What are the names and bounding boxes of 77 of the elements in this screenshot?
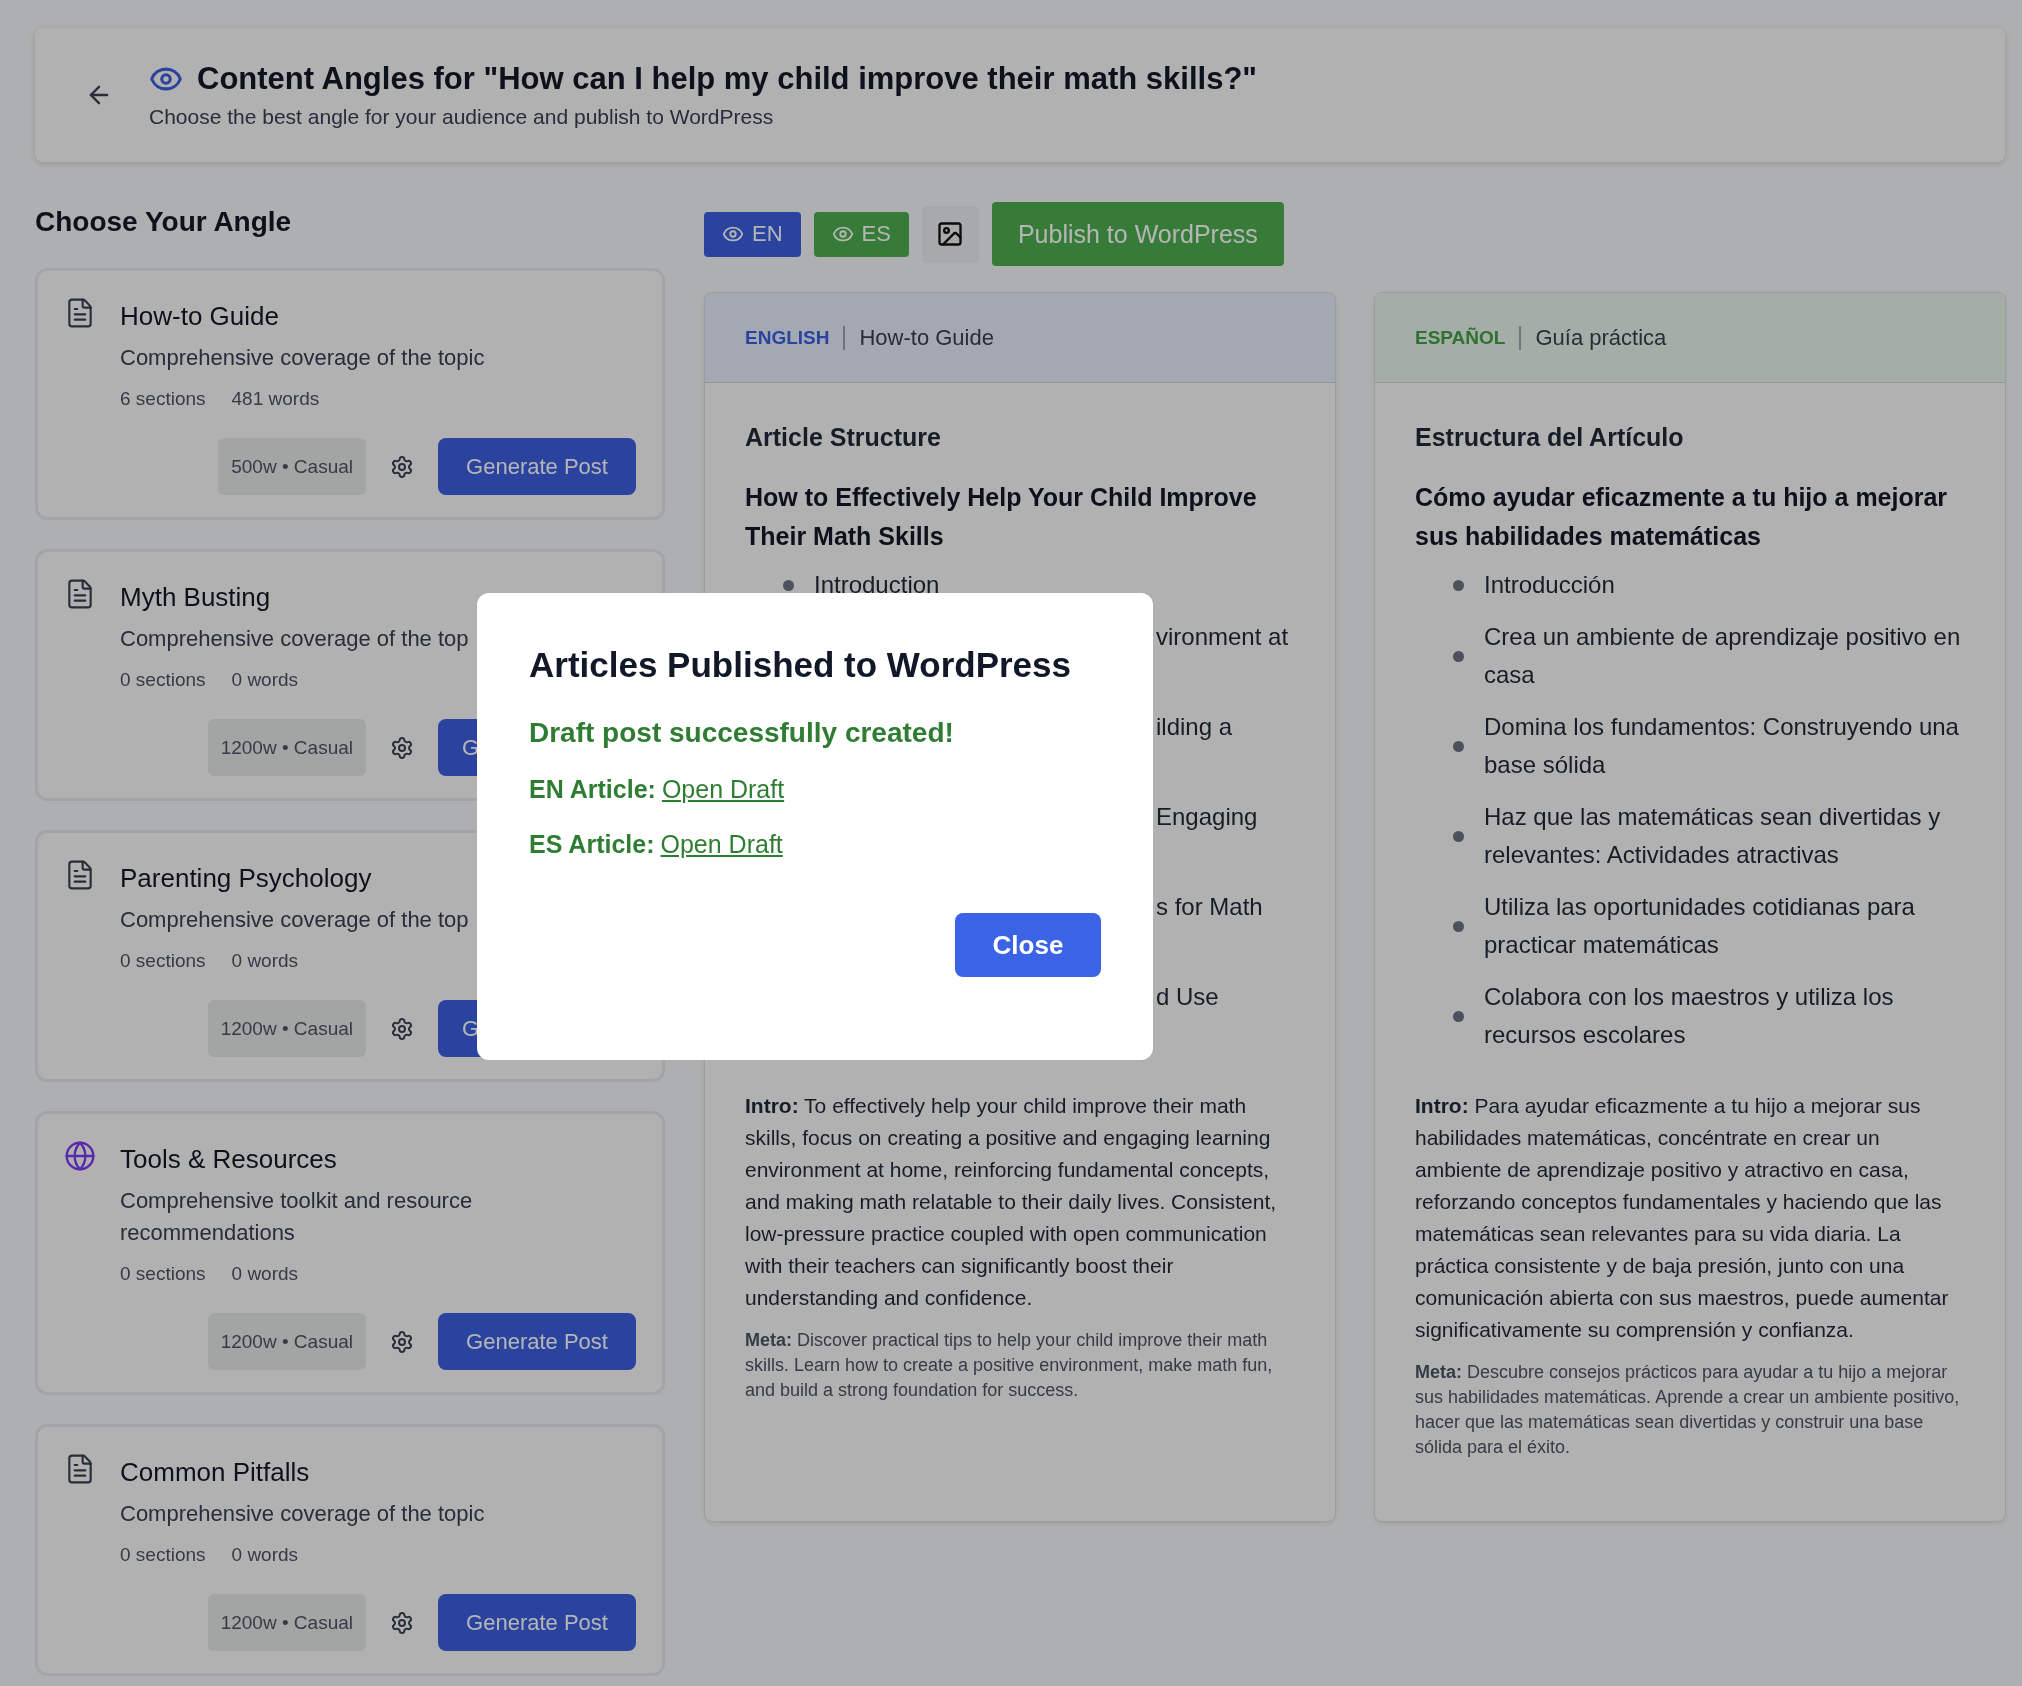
- article-title: How to Effectively Help Your Child Improve Their Math Skills: [745, 482, 1258, 552]
- angle-title: Tools & Resources: [120, 1144, 338, 1175]
- angle-description: Comprehensive toolkit and resource recommendations: [120, 1187, 474, 1247]
- outline-item: Utiliza las oportunidades cotidianas para practicar matemáticas: [1484, 892, 1916, 960]
- angle-description: Comprehensive coverage of the topic: [120, 344, 485, 372]
- structure-heading: Article Structure: [745, 423, 942, 452]
- intro-paragraph: Intro: To effectively help your child improve their math skills, focus on creating a positive and engaging learning environment at home, reinforcing fundamental concepts, and making math relatable to their daily lives. Consistent, low-pressure practice coupled with open communication with their teachers can significantly boost their understanding and confidence.: [745, 1093, 1278, 1311]
- length-tone-chip: 500w • Casual: [218, 438, 366, 495]
- language-label: ENGLISH: [745, 326, 830, 349]
- angle-title: Common Pitfalls: [120, 1457, 311, 1488]
- bullet-icon: [1453, 920, 1464, 932]
- outline-item: Colabora con los maestros y utiliza los recursos escolares: [1484, 982, 1895, 1050]
- structure-heading: Estructura del Artículo: [1415, 423, 1685, 452]
- outline-item: Domina los fundamentos: Construyendo una base sólida: [1484, 712, 1960, 780]
- article-label: EN Article:: [529, 775, 656, 804]
- word-count: 0 words: [231, 950, 299, 972]
- section-count: 0 sections: [120, 950, 206, 972]
- angle-description: Comprehensive coverage of the topic: [120, 1500, 485, 1528]
- globe-icon: [64, 1140, 96, 1172]
- angle-name: Guía práctica: [1535, 324, 1667, 351]
- word-count: 481 words: [231, 388, 320, 410]
- angle-name: How-to Guide: [859, 324, 994, 351]
- outline-item: s for Math: [1156, 893, 1263, 920]
- close-button[interactable]: Close: [955, 913, 1101, 977]
- outline-item: Introducción: [1484, 570, 1615, 600]
- article-label: ES Article:: [529, 830, 655, 859]
- outline-item: Haz que las matemáticas sean divertidas y relevantes: Actividades atractivas: [1484, 802, 1942, 870]
- intro-paragraph: Intro: Para ayudar eficazmente a tu hijo a mejorar sus habilidades matemáticas, concéntrate en crear un ambiente de aprendizaje positivo y atractivo en casa, reforzando conceptos fundamentales y haciendo que las matemáticas sean relevantes para su vida diaria. La práctica consistente y de baja presión, junto con una comunicación abierta con sus maestros, puede aumentar significativamente su comprensión y confianza.: [1415, 1093, 1950, 1343]
- bullet-icon: [1453, 1010, 1464, 1022]
- angle-description: Comprehensive coverage of the top: [120, 625, 469, 653]
- section-count: 0 sections: [120, 669, 206, 691]
- outline-item: d Use: [1156, 983, 1219, 1010]
- word-count: 0 words: [231, 669, 299, 691]
- angle-card[interactable]: Common Pitfalls Comprehensive coverage of the topic 0 sections 0 words 1200w • Casual Generate Post: [35, 1424, 665, 1676]
- bullet-icon: [1453, 579, 1464, 591]
- settings-icon[interactable]: [390, 735, 414, 760]
- length-tone-chip: 1200w • Casual: [207, 1594, 366, 1651]
- image-icon: [936, 220, 965, 248]
- bullet-icon: [1453, 650, 1464, 662]
- section-count: 0 sections: [120, 1544, 206, 1566]
- outline-item: Engaging: [1156, 803, 1258, 830]
- outline-item: Crea un ambiente de aprendizaje positivo en casa: [1484, 622, 1962, 690]
- outline-item: vironment at: [1156, 623, 1289, 650]
- settings-icon[interactable]: [390, 1610, 414, 1635]
- language-toggle[interactable]: EN: [704, 211, 801, 257]
- outline-item: ilding a: [1156, 713, 1233, 740]
- word-count: 0 words: [231, 1263, 299, 1285]
- angle-title: How-to Guide: [120, 301, 280, 332]
- outline-item: Introduction: [814, 570, 940, 600]
- language-label: ESPAÑOL: [1415, 326, 1506, 349]
- angle-description: Comprehensive coverage of the top: [120, 906, 469, 934]
- image-button[interactable]: [921, 205, 979, 263]
- meta-description: Meta: Descubre consejos prácticos para ayudar a tu hijo a mejorar sus habilidades matemáticas. Aprende a crear un ambiente positivo, hacer que las matemáticas sean divertidas y construir una base sólida para el éxito.: [1415, 1361, 1961, 1459]
- length-tone-chip: 1200w • Casual: [207, 1000, 366, 1057]
- generate-post-button[interactable]: Generate Post: [438, 438, 636, 495]
- settings-icon[interactable]: [390, 1016, 414, 1041]
- angle-card[interactable]: Tools & Resources Comprehensive toolkit and resource recommendations 0 sections 0 words 1200w • Casual Generate Post: [35, 1111, 665, 1395]
- bullet-icon: [1453, 740, 1464, 752]
- meta-description: Meta: Discover practical tips to help your child improve their math skills. Learn how to create a positive environment, make math fun, and build a strong foundation for success.: [745, 1329, 1274, 1402]
- generate-post-button[interactable]: Generate Post: [438, 1313, 636, 1370]
- bullet-icon: [783, 579, 794, 591]
- section-count: 0 sections: [120, 1263, 206, 1285]
- section-count: 6 sections: [120, 388, 206, 410]
- article-title: Cómo ayudar eficazmente a tu hijo a mejorar sus habilidades matemáticas: [1415, 482, 1949, 552]
- page-title: Content Angles for "How can I help my child improve their math skills?": [197, 61, 1258, 97]
- section-heading: Choose Your Angle: [35, 205, 293, 239]
- length-tone-chip: 1200w • Casual: [207, 719, 366, 776]
- generate-post-button[interactable]: Generate Post: [438, 1594, 636, 1651]
- bullet-icon: [1453, 830, 1464, 842]
- angle-title: Parenting Psychology: [120, 863, 373, 894]
- angle-card[interactable]: How-to Guide Comprehensive coverage of the topic 6 sections 481 words 500w • Casual Generate Post: [35, 268, 665, 520]
- word-count: 0 words: [231, 1544, 299, 1566]
- length-tone-chip: 1200w • Casual: [207, 1313, 366, 1370]
- settings-icon[interactable]: [390, 454, 414, 479]
- page-subtitle: Choose the best angle for your audience and publish to WordPress: [149, 105, 775, 129]
- angle-title: Myth Busting: [120, 582, 272, 613]
- settings-icon[interactable]: [390, 1329, 414, 1354]
